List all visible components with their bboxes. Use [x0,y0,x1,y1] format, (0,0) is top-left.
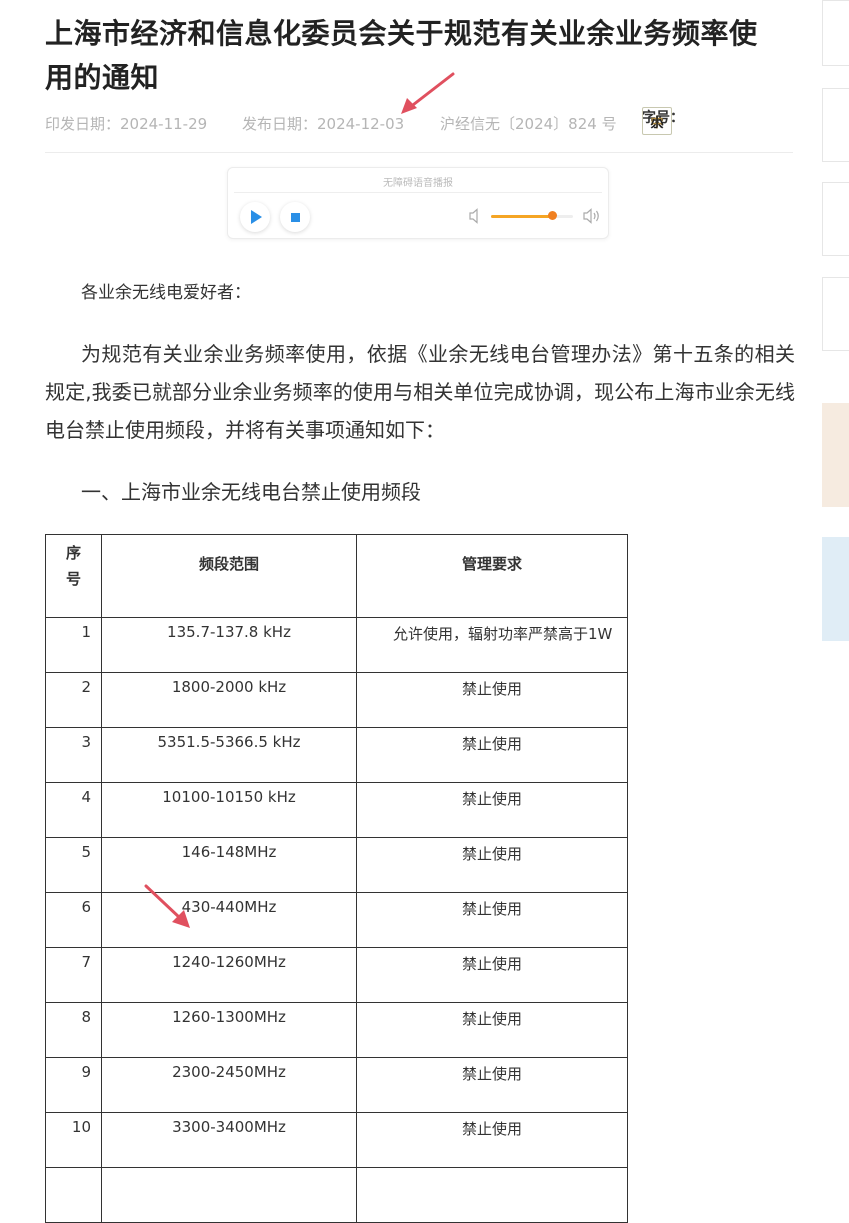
header-band: 频段范围 [101,534,357,618]
volume-slider-fill [491,215,553,218]
row-number: 3 [45,727,102,783]
player-divider [234,192,602,193]
side-tool-card[interactable] [822,182,849,256]
row-requirement: 禁止使用 [356,837,628,893]
stop-button[interactable] [280,202,310,232]
row-requirement: 禁止使用 [356,1112,628,1168]
salutation: 各业余无线电爱好者： [81,283,251,303]
article-meta: 印发日期：2024-11-29 发布日期：2024-12-03 沪经信无〔202… [45,107,805,137]
publish-date: 发布日期：2024-12-03 [242,115,405,133]
table-row: 10 3300-3400MHz 禁止使用 [45,1112,628,1168]
row-band: 146-148MHz [101,837,357,893]
document-number: 沪经信无〔2024〕824 号 [440,115,617,133]
row-number: 5 [45,837,102,893]
row-band: 135.7-137.8 kHz [101,617,357,673]
row-band: 3300-3400MHz [101,1112,357,1168]
play-button[interactable] [240,202,270,232]
table-row: 5 146-148MHz 禁止使用 [45,837,628,893]
article-main: 上海市经济和信息化委员会关于规范有关业余业务频率使用的通知 印发日期：2024-… [0,0,820,1223]
row-number: 2 [45,672,102,728]
side-banner-peach[interactable] [822,403,849,507]
row-number: 9 [45,1057,102,1113]
row-requirement-empty [356,1167,628,1223]
page-title: 上海市经济和信息化委员会关于规范有关业余业务频率使用的通知 [45,17,758,94]
row-band: 1260-1300MHz [101,1002,357,1058]
row-band: 430-440MHz [101,892,357,948]
volume-slider[interactable] [491,211,573,220]
row-requirement: 禁止使用 [356,947,628,1003]
table-row: 1 135.7-137.8 kHz 允许使用，辐射功率严禁高于1W [45,617,628,673]
frequency-table: 序 号 频段范围 管理要求 1 135.7-137.8 kHz 允许使用，辐射功… [45,534,628,1223]
row-band: 2300-2450MHz [101,1057,357,1113]
header-divider [45,152,793,153]
player-label: 无障碍语音播报 [383,178,453,189]
row-requirement: 禁止使用 [356,727,628,783]
audio-player: 无障碍语音播报 [227,167,609,239]
row-number: 7 [45,947,102,1003]
row-requirement: 允许使用，辐射功率严禁高于1W [356,617,628,673]
header-number-line1: 序 [65,544,81,562]
table-row [45,1167,628,1223]
table-row: 2 1800-2000 kHz 禁止使用 [45,672,628,728]
volume-high-icon [583,208,599,224]
side-tool-card[interactable] [822,277,849,351]
side-tool-card[interactable] [822,0,849,66]
row-requirement: 禁止使用 [356,782,628,838]
side-banner-blue[interactable] [822,537,849,641]
row-number: 4 [45,782,102,838]
volume-low-icon [469,208,478,224]
play-icon [251,210,262,224]
table-row: 7 1240-1260MHz 禁止使用 [45,947,628,1003]
row-number-empty [45,1167,102,1223]
table-header-row: 序 号 频段范围 管理要求 [45,534,628,618]
row-number: 6 [45,892,102,948]
row-requirement: 禁止使用 [356,672,628,728]
row-band: 10100-10150 kHz [101,782,357,838]
intro-paragraph: 为规范有关业余业务频率使用，依据《业余无线电台管理办法》第十五条的相关规定,我委… [45,342,795,442]
row-number: 1 [45,617,102,673]
row-band: 5351.5-5366.5 kHz [101,727,357,783]
font-size-small-button[interactable]: 小 [642,107,672,135]
table-row: 8 1260-1300MHz 禁止使用 [45,1002,628,1058]
side-tool-card[interactable] [822,88,849,162]
row-number: 10 [45,1112,102,1168]
row-band: 1800-2000 kHz [101,672,357,728]
stop-icon [290,212,300,222]
row-requirement: 禁止使用 [356,1002,628,1058]
header-number-line2: 号 [65,570,81,588]
issue-date: 印发日期：2024-11-29 [45,115,208,133]
table-row: 3 5351.5-5366.5 kHz 禁止使用 [45,727,628,783]
row-requirement: 禁止使用 [356,1057,628,1113]
section-heading: 一、上海市业余无线电台禁止使用频段 [81,480,421,504]
table-row: 4 10100-10150 kHz 禁止使用 [45,782,628,838]
volume-slider-handle[interactable] [547,211,557,220]
row-band: 1240-1260MHz [101,947,357,1003]
row-requirement: 禁止使用 [356,892,628,948]
row-number: 8 [45,1002,102,1058]
header-requirement: 管理要求 [356,534,628,618]
row-band-empty [101,1167,357,1223]
table-row: 9 2300-2450MHz 禁止使用 [45,1057,628,1113]
header-number: 序 号 [45,534,102,618]
table-row: 6 430-440MHz 禁止使用 [45,892,628,948]
